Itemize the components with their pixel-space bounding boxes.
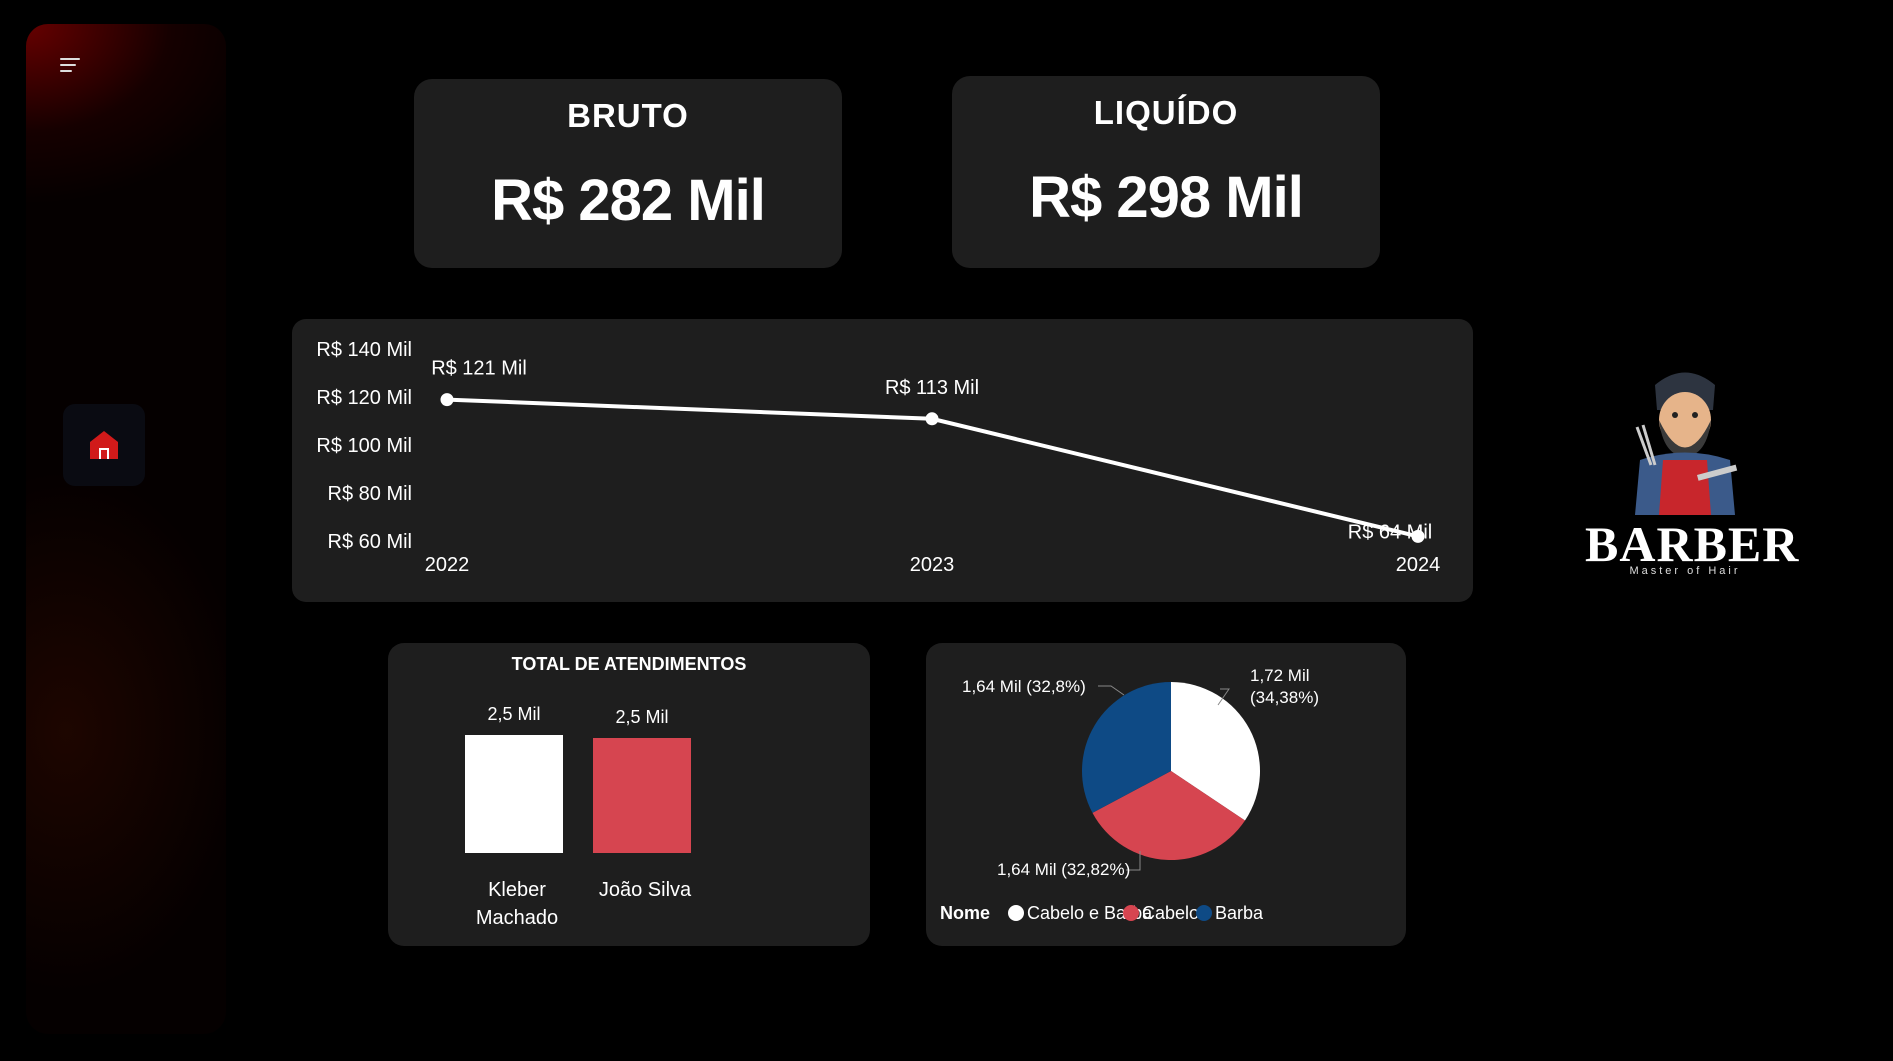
x-tick-label: 2022 xyxy=(425,554,470,576)
bar-category-label: João Silva xyxy=(599,879,692,901)
y-tick-label: R$ 100 Mil xyxy=(316,435,412,457)
legend-marker xyxy=(1008,905,1024,921)
y-tick-label: R$ 60 Mil xyxy=(328,531,412,553)
data-label: R$ 113 Mil xyxy=(885,377,979,399)
pie-data-label: 1,64 Mil (32,8%) xyxy=(962,677,1086,696)
bar-category-label: Machado xyxy=(476,907,558,929)
hamburger-icon xyxy=(60,58,80,60)
menu-button[interactable] xyxy=(60,52,84,76)
kpi-value: R$ 282 Mil xyxy=(491,168,766,233)
pie-data-label: 1,64 Mil (32,82%) xyxy=(997,860,1130,879)
pie-chart-card: 1,72 Mil (34,38%) 1,64 Mil (32,8%) 1,64 Mil… xyxy=(926,643,1406,946)
sidebar xyxy=(26,24,226,1034)
y-tick-label: R$ 120 Mil xyxy=(316,387,412,409)
line-chart: R$ 140 Mil R$ 120 Mil R$ 100 Mil R$ 80 Mil R… xyxy=(316,339,1441,576)
bar xyxy=(465,735,563,853)
barber-mascot-icon xyxy=(1635,372,1738,515)
pie-data-label: (34,38%) xyxy=(1250,688,1319,707)
bar-chart-card: TOTAL DE ATENDIMENTOS 2,5 Mil Kleber Machad… xyxy=(388,643,870,946)
bar-chart-title: TOTAL DE ATENDIMENTOS xyxy=(512,654,747,674)
brand-tagline: Master of Hair xyxy=(1629,565,1741,577)
kpi-card-bruto: BRUTO R$ 282 Mil xyxy=(414,79,842,268)
kpi-card-liquido: LIQUÍDO R$ 298 Mil xyxy=(952,76,1380,268)
bar-category-label: Kleber xyxy=(488,879,546,901)
barber-logo: BARBER Master of Hair xyxy=(1585,365,1798,580)
bar xyxy=(593,738,691,853)
home-icon xyxy=(90,431,118,459)
line-point xyxy=(925,412,939,426)
legend-marker xyxy=(1196,905,1212,921)
legend-title: Nome xyxy=(940,903,990,923)
kpi-title: LIQUÍDO xyxy=(1093,94,1239,131)
data-label: R$ 121 Mil xyxy=(431,358,527,380)
pie-chart: 1,72 Mil (34,38%) 1,64 Mil (32,8%) 1,64 Mil… xyxy=(940,666,1319,923)
y-tick-label: R$ 80 Mil xyxy=(328,483,412,505)
pie-data-label: 1,72 Mil xyxy=(1250,666,1310,685)
y-tick-label: R$ 140 Mil xyxy=(316,339,412,361)
home-button[interactable] xyxy=(63,404,145,486)
legend-item[interactable]: Barba xyxy=(1215,903,1264,923)
kpi-value: R$ 298 Mil xyxy=(1029,165,1304,230)
line-point xyxy=(440,393,454,407)
data-label: R$ 64 Mil xyxy=(1348,521,1432,543)
leader-line xyxy=(1098,685,1125,696)
legend-item[interactable]: Cabelo xyxy=(1142,903,1199,923)
legend-marker xyxy=(1123,905,1139,921)
kpi-title: BRUTO xyxy=(567,97,689,134)
x-tick-label: 2024 xyxy=(1396,554,1441,576)
x-tick-label: 2023 xyxy=(910,554,955,576)
bar-chart: TOTAL DE ATENDIMENTOS 2,5 Mil Kleber Machad… xyxy=(465,654,747,929)
line-chart-card: R$ 140 Mil R$ 120 Mil R$ 100 Mil R$ 80 Mil R… xyxy=(292,319,1473,602)
bar-value-label: 2,5 Mil xyxy=(615,707,668,727)
bar-value-label: 2,5 Mil xyxy=(487,704,540,724)
